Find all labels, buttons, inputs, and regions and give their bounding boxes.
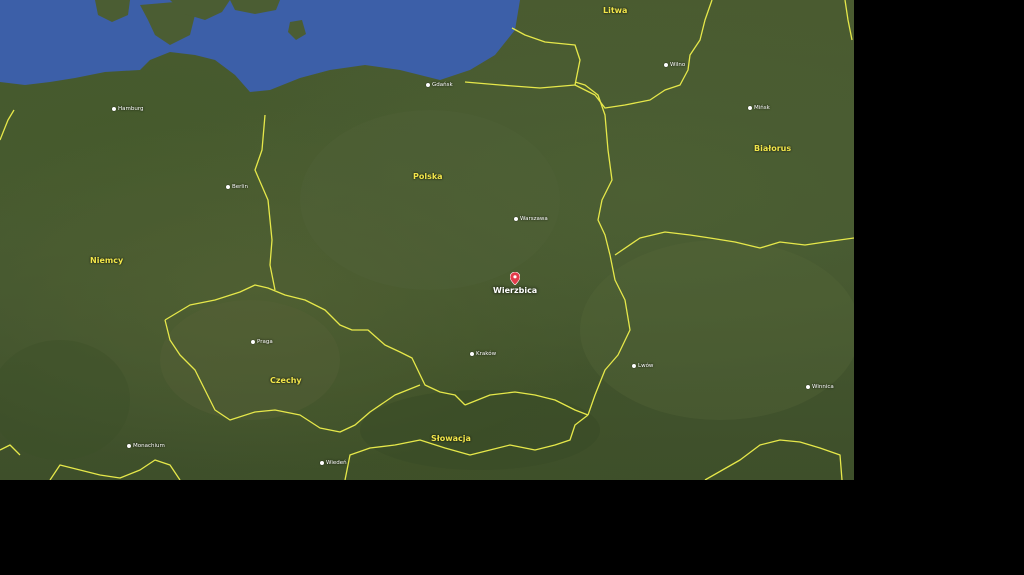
city-dot-icon	[320, 461, 324, 465]
city-label: Kraków	[476, 351, 497, 357]
baltic-sea	[0, 0, 520, 92]
city-label: Winnica	[812, 384, 834, 390]
city-label: Wiedeń	[326, 460, 347, 466]
country-label-czechy: Czechy	[270, 376, 302, 385]
city-label: Hamburg	[118, 106, 144, 112]
city-dot-icon	[127, 444, 131, 448]
border-lithuania	[574, 0, 713, 109]
city-label: Praga	[257, 339, 273, 345]
map-graphics	[0, 0, 854, 480]
city-dot-icon	[112, 107, 116, 111]
city-praga[interactable]: Praga	[251, 339, 273, 345]
pin-label: Wierzbica	[493, 286, 538, 295]
border-poland-germany	[254, 114, 276, 291]
city-dot-icon	[806, 385, 810, 389]
city-label: Gdańsk	[432, 82, 453, 88]
country-label-bialorus: Białorus	[754, 144, 792, 153]
border-germany-west	[0, 109, 15, 141]
city-wieden[interactable]: Wiedeń	[320, 460, 347, 466]
city-hamburg[interactable]: Hamburg	[112, 106, 144, 112]
country-label-litwa: Litwa	[603, 6, 628, 15]
city-label: Wilno	[670, 62, 686, 68]
city-dot-icon	[664, 63, 668, 67]
city-krakow[interactable]: Kraków	[470, 351, 496, 357]
border-east-edge	[844, 0, 853, 41]
city-monachium[interactable]: Monachium	[127, 443, 165, 449]
satellite-map[interactable]: Litwa Białorus Polska Niemcy Czechy Słow…	[0, 0, 854, 480]
city-label: Monachium	[133, 443, 165, 449]
city-dot-icon	[632, 364, 636, 368]
border-ukraine-south	[704, 439, 843, 480]
country-label-polska: Polska	[413, 172, 443, 181]
city-label: Mińsk	[754, 105, 770, 111]
city-lwow[interactable]: Lwów	[632, 363, 653, 369]
map-pin-icon[interactable]	[510, 272, 520, 285]
city-dot-icon	[251, 340, 255, 344]
city-dot-icon	[470, 352, 474, 356]
city-gdansk[interactable]: Gdańsk	[426, 82, 453, 88]
city-dot-icon	[226, 185, 230, 189]
country-label-slowacja: Słowacja	[431, 434, 471, 443]
city-winnica[interactable]: Winnica	[806, 384, 834, 390]
city-wilno[interactable]: Wilno	[664, 62, 685, 68]
border-bottom-left	[49, 459, 181, 480]
city-berlin[interactable]: Berlin	[226, 184, 248, 190]
city-minsk[interactable]: Mińsk	[748, 105, 770, 111]
city-dot-icon	[514, 217, 518, 221]
city-dot-icon	[426, 83, 430, 87]
country-label-niemcy: Niemcy	[90, 256, 124, 265]
city-warszawa[interactable]: Warszawa	[514, 216, 548, 222]
city-label: Warszawa	[520, 216, 548, 222]
city-label: Berlin	[232, 184, 248, 190]
city-dot-icon	[748, 106, 752, 110]
city-label: Lwów	[638, 363, 654, 369]
